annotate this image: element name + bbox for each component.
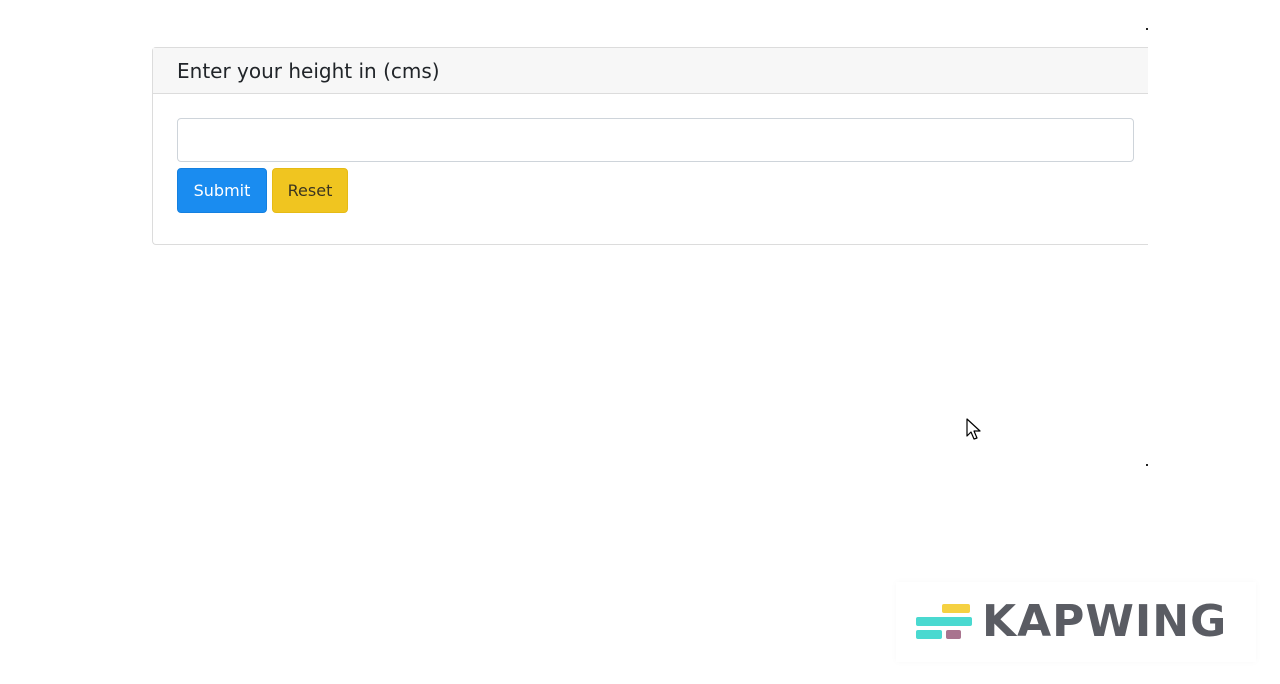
kapwing-brand-text: KAPWING xyxy=(982,596,1228,647)
reset-button[interactable]: Reset xyxy=(272,168,348,213)
height-form-card: Enter your height in (cms) Submit Reset xyxy=(152,47,1148,245)
card-header: Enter your height in (cms) xyxy=(153,48,1148,94)
corner-dot-top xyxy=(1146,28,1148,30)
mouse-pointer-icon xyxy=(966,418,981,440)
kapwing-watermark: KAPWING xyxy=(896,582,1256,662)
height-input[interactable] xyxy=(177,118,1134,162)
corner-dot-bottom xyxy=(1146,464,1148,466)
submit-button[interactable]: Submit xyxy=(177,168,267,213)
card-title: Enter your height in (cms) xyxy=(177,58,440,83)
kapwing-logo-icon xyxy=(916,604,972,639)
